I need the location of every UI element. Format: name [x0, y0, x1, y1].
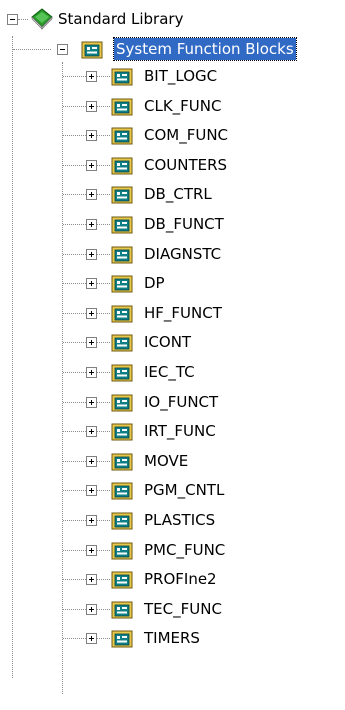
tree-node-label[interactable]: DB_FUNCT — [142, 213, 226, 235]
expand-toggle[interactable] — [86, 545, 97, 556]
expand-toggle[interactable] — [86, 604, 97, 615]
function-block-folder-icon — [111, 482, 133, 500]
expand-toggle[interactable] — [86, 308, 97, 319]
tree-connector — [18, 19, 28, 20]
expand-toggle[interactable] — [86, 278, 97, 289]
function-block-folder-icon — [81, 41, 103, 59]
expand-toggle[interactable] — [86, 515, 97, 526]
function-block-folder-icon — [111, 394, 133, 412]
tree-node-label[interactable]: COUNTERS — [142, 154, 229, 176]
tree-connector-root — [12, 36, 13, 678]
collapse-toggle-root[interactable] — [7, 14, 18, 25]
function-block-folder-icon — [111, 186, 133, 204]
function-block-folder-icon — [111, 246, 133, 264]
tree-node-label[interactable]: PMC_FUNC — [142, 539, 227, 561]
expand-toggle[interactable] — [86, 219, 97, 230]
tree-node-label[interactable]: MOVE — [142, 450, 190, 472]
expand-toggle[interactable] — [86, 130, 97, 141]
function-block-folder-icon — [111, 512, 133, 530]
function-block-folder-icon — [111, 334, 133, 352]
tree-node-label[interactable]: DIAGNSTC — [142, 243, 223, 265]
tree-node-root-label[interactable]: Standard Library — [56, 8, 185, 30]
function-block-folder-icon — [111, 571, 133, 589]
library-book-icon — [31, 8, 53, 30]
tree-node-label[interactable]: COM_FUNC — [142, 124, 230, 146]
expand-toggle[interactable] — [86, 397, 97, 408]
function-block-folder-icon — [111, 216, 133, 234]
expand-toggle[interactable] — [86, 189, 97, 200]
function-block-folder-icon — [111, 275, 133, 293]
function-block-folder-icon — [111, 601, 133, 619]
tree-node-label[interactable]: IEC_TC — [142, 361, 197, 383]
function-block-folder-icon — [111, 68, 133, 86]
tree-node-label[interactable]: PGM_CNTL — [142, 479, 226, 501]
tree-node-label[interactable]: DB_CTRL — [142, 183, 214, 205]
tree-node-label[interactable]: TEC_FUNC — [142, 598, 224, 620]
expand-toggle[interactable] — [86, 574, 97, 585]
function-block-folder-icon — [111, 305, 133, 323]
tree-view[interactable]: Standard Library System Function Blocks … — [0, 0, 345, 710]
tree-node-label[interactable]: IO_FUNCT — [142, 391, 220, 413]
tree-node-label[interactable]: HF_FUNCT — [142, 302, 224, 324]
tree-node-system-function-blocks-label[interactable]: System Function Blocks — [113, 37, 297, 61]
tree-node-label[interactable]: CLK_FUNC — [142, 95, 223, 117]
expand-toggle[interactable] — [86, 249, 97, 260]
tree-node-label[interactable]: PROFIne2 — [142, 568, 219, 590]
tree-node-label[interactable]: PLASTICS — [142, 509, 217, 531]
expand-toggle[interactable] — [86, 367, 97, 378]
collapse-toggle-system-function-blocks[interactable] — [57, 44, 68, 55]
tree-node-label[interactable]: DP — [142, 272, 167, 294]
expand-toggle[interactable] — [86, 337, 97, 348]
tree-node-label[interactable]: TIMERS — [142, 627, 202, 649]
function-block-folder-icon — [111, 453, 133, 471]
tree-node-label[interactable]: IRT_FUNC — [142, 420, 218, 442]
function-block-folder-icon — [111, 630, 133, 648]
function-block-folder-icon — [111, 98, 133, 116]
function-block-folder-icon — [111, 423, 133, 441]
tree-connector-level1 — [62, 62, 63, 694]
expand-toggle[interactable] — [86, 485, 97, 496]
expand-toggle[interactable] — [86, 633, 97, 644]
expand-toggle[interactable] — [86, 101, 97, 112]
tree-node-label[interactable]: ICONT — [142, 331, 193, 353]
expand-toggle[interactable] — [86, 426, 97, 437]
function-block-folder-icon — [111, 542, 133, 560]
tree-node-label[interactable]: BIT_LOGC — [142, 65, 219, 87]
function-block-folder-icon — [111, 127, 133, 145]
expand-toggle[interactable] — [86, 71, 97, 82]
function-block-folder-icon — [111, 157, 133, 175]
function-block-folder-icon — [111, 364, 133, 382]
expand-toggle[interactable] — [86, 160, 97, 171]
tree-connector — [13, 49, 51, 50]
expand-toggle[interactable] — [86, 456, 97, 467]
